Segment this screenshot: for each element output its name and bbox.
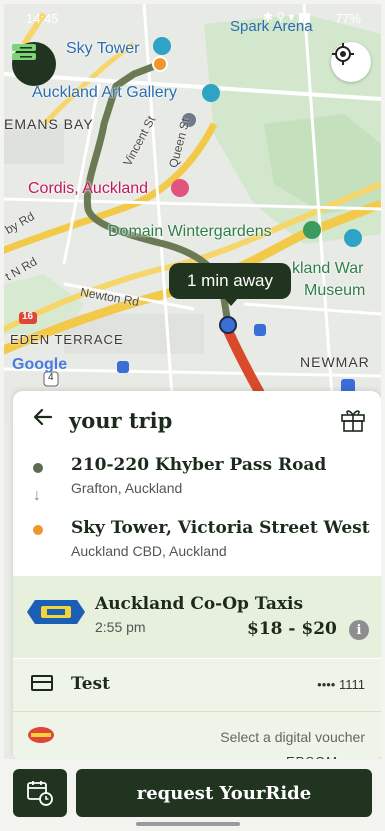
map-label-sky-tower: Sky Tower bbox=[66, 40, 140, 57]
taxi-logo-icon bbox=[27, 600, 85, 624]
payment-divider bbox=[13, 711, 381, 712]
provider-option[interactable]: Auckland Co-Op Taxis 2:55 pm $18 - $20 i bbox=[13, 576, 381, 658]
trip-title: your trip bbox=[69, 408, 173, 433]
voucher-selector[interactable]: Select a digital voucher bbox=[220, 729, 365, 745]
dropoff-address[interactable]: Sky Tower, Victoria Street West bbox=[71, 518, 370, 538]
back-arrow-icon[interactable] bbox=[31, 405, 55, 429]
status-battery: 77% bbox=[334, 11, 361, 26]
payment-section: Test •••• 1111 Select a digital voucher bbox=[13, 659, 381, 759]
request-ride-button[interactable]: request YourRide bbox=[76, 769, 372, 817]
trip-card-header: your trip bbox=[13, 391, 381, 447]
locate-button[interactable] bbox=[331, 42, 371, 82]
pickup-dot bbox=[33, 463, 43, 473]
down-arrow-icon: ↓ bbox=[33, 487, 41, 504]
credit-card-icon bbox=[31, 675, 53, 691]
info-icon[interactable]: i bbox=[349, 620, 369, 640]
gift-icon[interactable] bbox=[339, 405, 367, 433]
menu-icon bbox=[12, 44, 36, 60]
dropoff-dot bbox=[33, 525, 43, 535]
bottom-action-bar: request YourRide bbox=[4, 759, 381, 827]
schedule-button[interactable] bbox=[13, 769, 67, 817]
card-digits: •••• 1111 bbox=[317, 677, 365, 692]
trip-card: your trip 210-220 Khyber Pass Road Graft… bbox=[13, 391, 381, 759]
home-indicator bbox=[136, 822, 240, 826]
map-label-spark-arena: Spark Arena bbox=[230, 18, 313, 35]
calendar-clock-icon bbox=[27, 781, 53, 806]
map-label-eden-terrace: EDEN TERRACE bbox=[10, 332, 124, 347]
map-view[interactable]: Sky Tower Auckland Art Gallery EMANS BAY… bbox=[4, 4, 381, 424]
google-logo-text: Google bbox=[12, 356, 68, 373]
eta-bubble: 1 min away bbox=[169, 263, 291, 299]
map-label-art-gallery: Auckland Art Gallery bbox=[32, 84, 177, 101]
map-label-emans-bay: EMANS BAY bbox=[4, 116, 94, 132]
provider-name: Auckland Co-Op Taxis bbox=[95, 594, 304, 614]
payment-method-label[interactable]: Test bbox=[71, 674, 110, 694]
pickup-suburb: Grafton, Auckland bbox=[71, 480, 183, 496]
app-screen: Sky Tower Auckland Art Gallery EMANS BAY… bbox=[4, 4, 381, 827]
provider-time: 2:55 pm bbox=[95, 619, 146, 635]
google-logo: Google bbox=[12, 356, 67, 374]
dropoff-suburb: Auckland CBD, Auckland bbox=[71, 543, 227, 559]
map-label-domain-wintergardens: Domain Wintergardens bbox=[108, 223, 272, 240]
route-shield-16: 16 bbox=[22, 311, 34, 322]
map-label-war-museum-1: kland War bbox=[292, 260, 364, 277]
map-label-war-museum-2: Museum bbox=[304, 282, 366, 299]
menu-button[interactable] bbox=[12, 42, 56, 86]
pickup-address[interactable]: 210-220 Khyber Pass Road bbox=[71, 455, 326, 475]
map-label-newmar: NEWMAR bbox=[300, 354, 370, 370]
status-bar: 14:45 ✱ ⚲ ▾ ▮▮ 77% Spark Arena bbox=[4, 4, 381, 35]
eta-bubble-tail bbox=[224, 298, 238, 306]
map-label-cordis: Cordis, Auckland bbox=[28, 180, 149, 197]
status-time: 14:45 bbox=[26, 11, 59, 26]
locate-icon bbox=[332, 43, 354, 65]
voucher-icon bbox=[28, 727, 54, 743]
provider-price: $18 - $20 bbox=[247, 619, 337, 639]
